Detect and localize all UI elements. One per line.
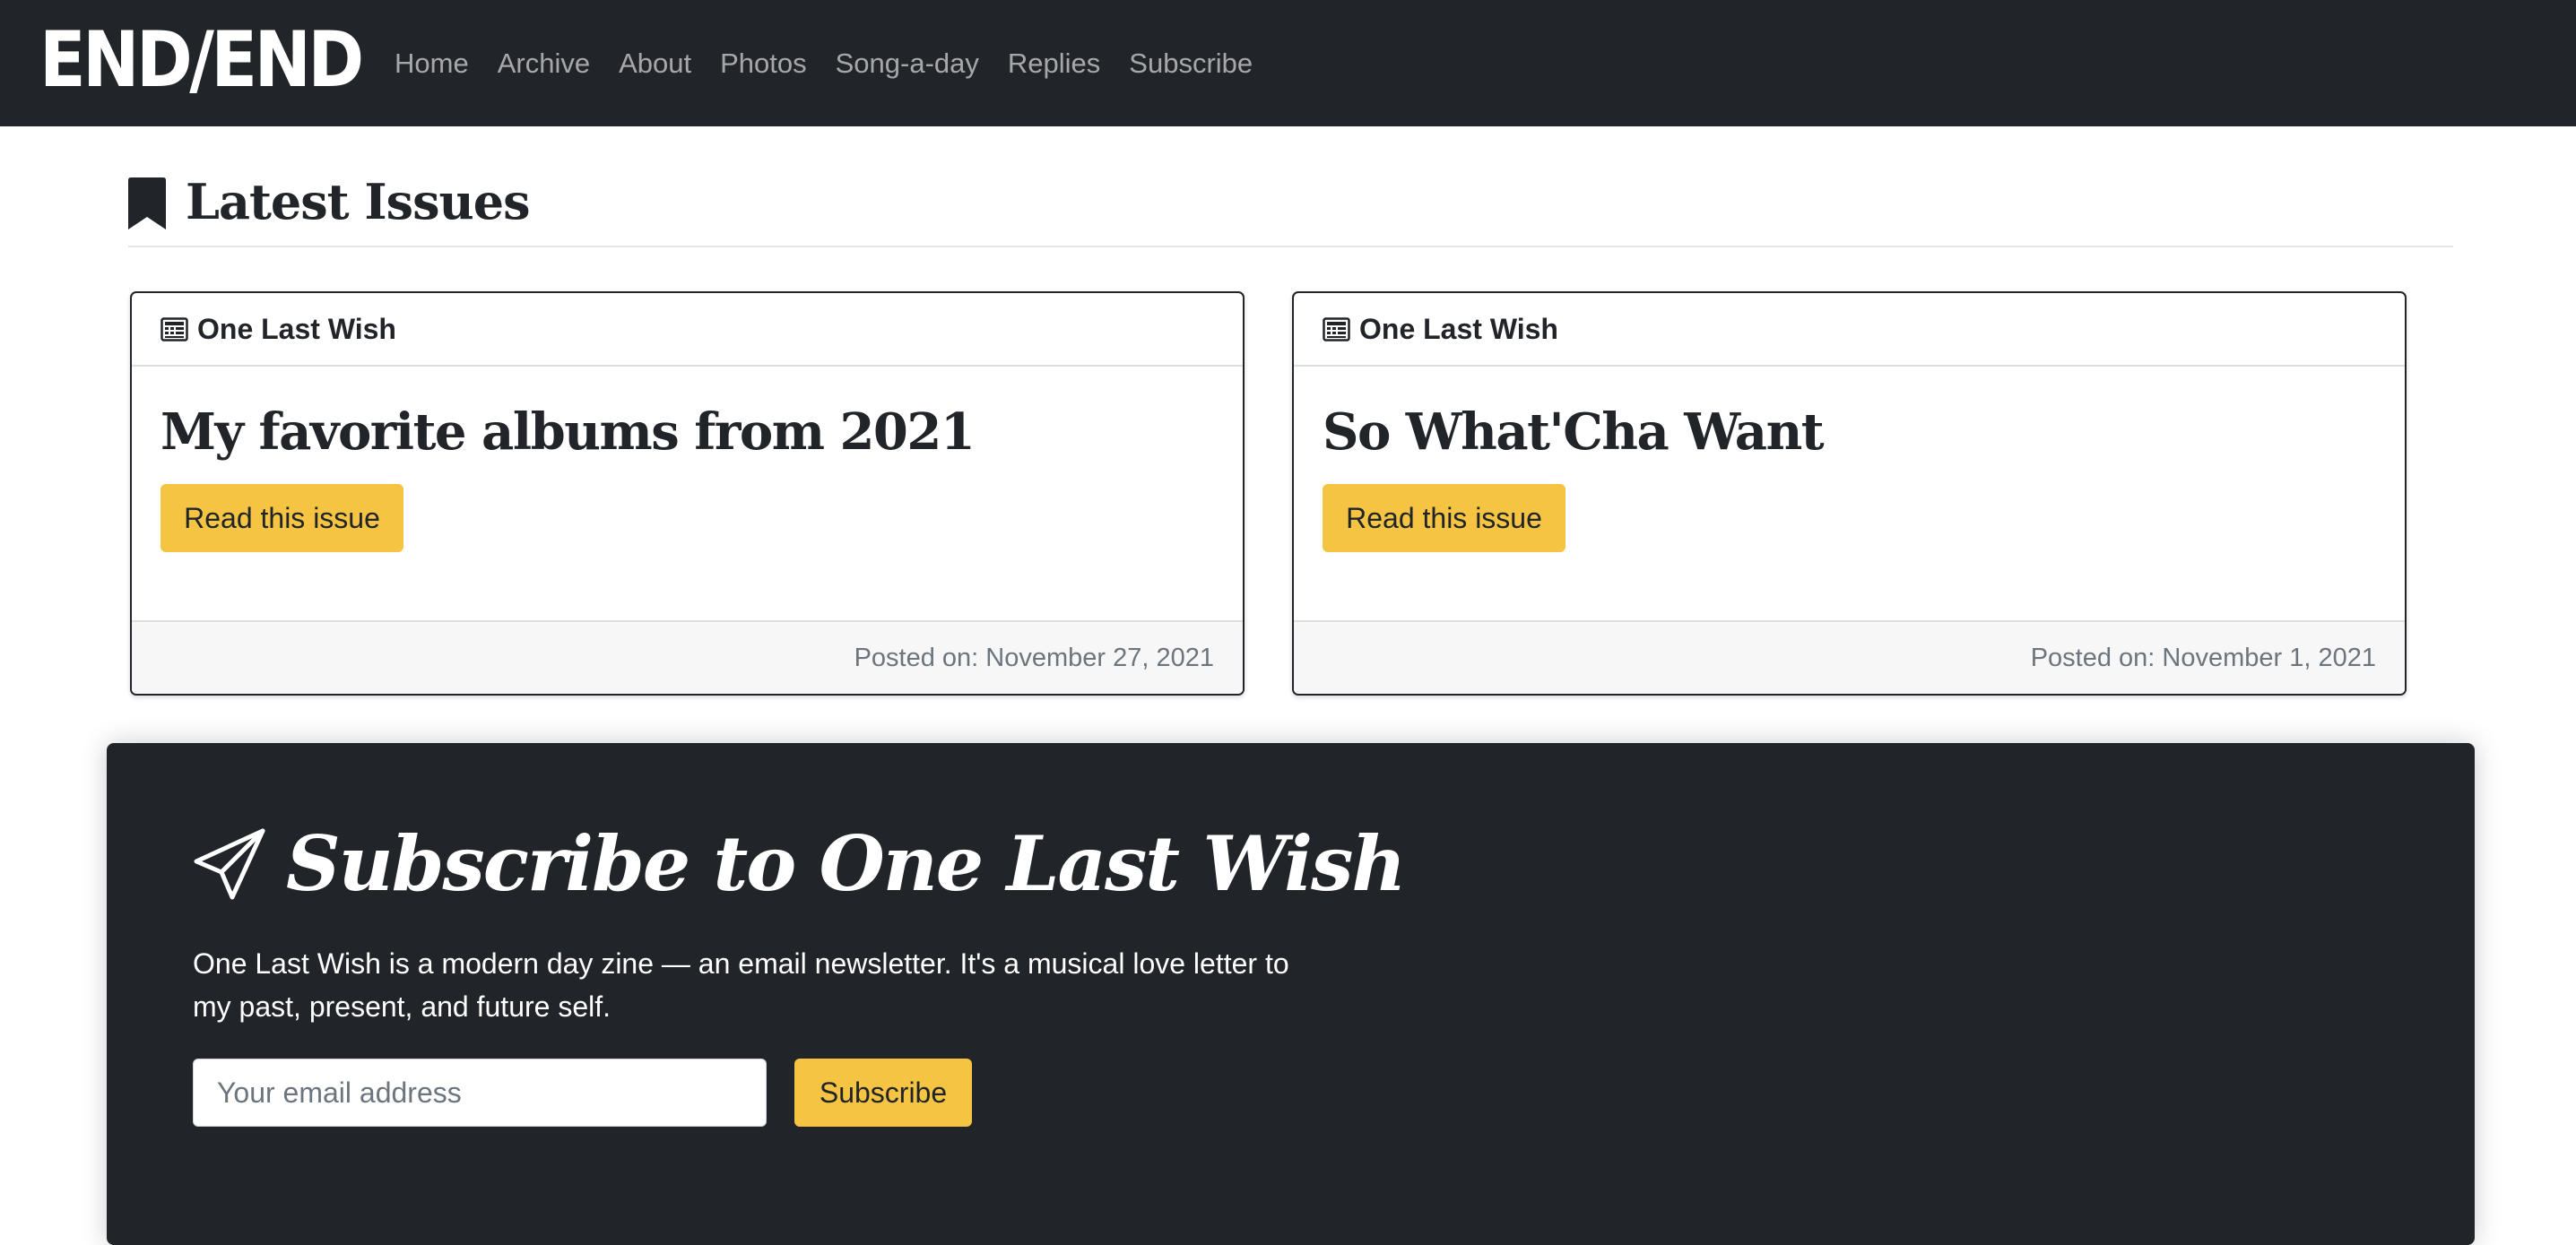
brand-logo[interactable]: END/END <box>39 22 364 99</box>
read-issue-button[interactable]: Read this issue <box>160 484 403 552</box>
card-header: One Last Wish <box>1294 293 2405 367</box>
posted-date: Posted on: November 27, 2021 <box>854 643 1214 672</box>
nav-links: Home Archive About Photos Song-a-day Rep… <box>395 0 1267 126</box>
bookmark-icon <box>128 177 166 229</box>
subscribe-heading: Subscribe to One Last Wish <box>193 815 1406 913</box>
subscribe-title: Subscribe to One Last Wish <box>286 819 1406 908</box>
nav-link-archive[interactable]: Archive <box>483 48 604 80</box>
card-zine-name: One Last Wish <box>197 312 396 345</box>
latest-issues-heading: Latest Issues <box>128 170 2453 247</box>
subscribe-panel: Subscribe to One Last Wish One Last Wish… <box>107 743 2475 1245</box>
card-header: One Last Wish <box>132 293 1243 367</box>
subscribe-button[interactable]: Subscribe <box>794 1059 972 1127</box>
nav-link-replies[interactable]: Replies <box>993 48 1115 80</box>
nav-link-photos[interactable]: Photos <box>706 48 821 80</box>
card-zine-name: One Last Wish <box>1359 312 1558 345</box>
paper-plane-icon <box>194 828 265 900</box>
subscribe-description: One Last Wish is a modern day zine — an … <box>193 947 1289 1023</box>
section-title: Latest Issues <box>186 173 530 230</box>
newspaper-icon <box>160 316 188 342</box>
nav-link-home[interactable]: Home <box>395 48 483 80</box>
nav-link-song-a-day[interactable]: Song-a-day <box>821 48 993 80</box>
email-input[interactable] <box>193 1059 767 1127</box>
read-issue-button[interactable]: Read this issue <box>1323 484 1566 552</box>
navbar: END/END Home Archive About Photos Song-a… <box>0 0 2576 126</box>
issue-card: One Last Wish So What'Cha Want Read this… <box>1292 291 2407 696</box>
card-title[interactable]: My favorite albums from 2021 <box>160 397 976 467</box>
newspaper-icon <box>1323 316 1350 342</box>
nav-link-subscribe[interactable]: Subscribe <box>1115 48 1267 80</box>
card-footer: Posted on: November 1, 2021 <box>1294 620 2405 694</box>
issue-card: One Last Wish My favorite albums from 20… <box>130 291 1245 696</box>
card-title[interactable]: So What'Cha Want <box>1323 397 1825 467</box>
card-footer: Posted on: November 27, 2021 <box>132 620 1243 694</box>
posted-date: Posted on: November 1, 2021 <box>2030 643 2376 672</box>
nav-link-about[interactable]: About <box>604 48 706 80</box>
